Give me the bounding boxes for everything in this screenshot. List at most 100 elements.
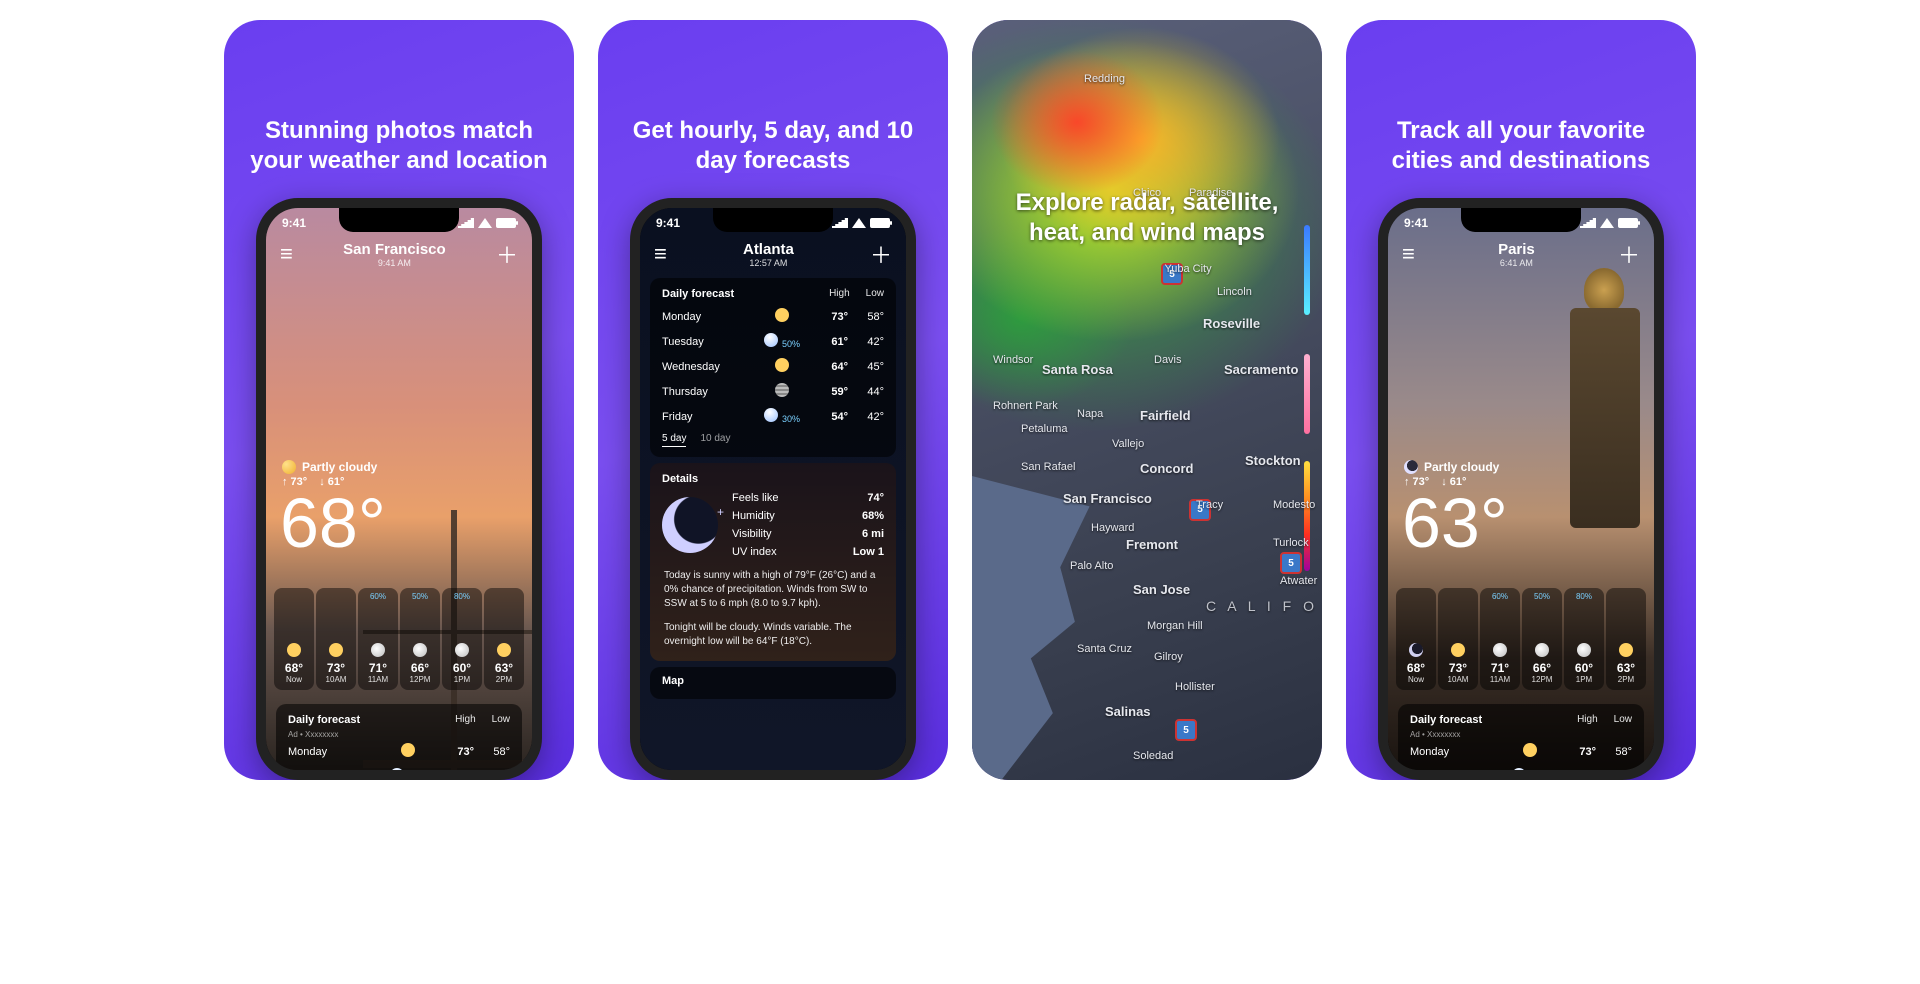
- tab-5day[interactable]: 5 day: [662, 433, 686, 447]
- sun-icon: [1451, 643, 1465, 657]
- map-city-label[interactable]: Hollister: [1175, 681, 1215, 693]
- map-city-label[interactable]: Hayward: [1091, 522, 1134, 534]
- map-city-label[interactable]: Morgan Hill: [1147, 620, 1203, 632]
- map-city-label[interactable]: Lincoln: [1217, 286, 1252, 298]
- daily-row[interactable]: Tuesday50%61°42°: [662, 329, 884, 354]
- map-city-label[interactable]: Fremont: [1126, 537, 1178, 552]
- map-city-label[interactable]: San Francisco: [1063, 491, 1152, 506]
- menu-icon[interactable]: ≡: [1402, 241, 1415, 267]
- map-city-label[interactable]: Santa Rosa: [1042, 362, 1113, 377]
- cloud-icon: [413, 643, 427, 657]
- sun-icon: [1523, 743, 1537, 757]
- menu-icon[interactable]: ≡: [654, 241, 667, 267]
- hour-column[interactable]: 68°Now: [1396, 588, 1436, 690]
- legend-bar-hot: [1304, 461, 1310, 571]
- map-city-label[interactable]: Rohnert Park: [993, 400, 1058, 412]
- details-card[interactable]: Details Feels like74° Humidity68% Visibi…: [650, 463, 896, 661]
- map-city-label[interactable]: Vallejo: [1112, 438, 1144, 450]
- rain-icon: [764, 333, 778, 347]
- hour-column[interactable]: 50%66°12PM: [400, 588, 440, 690]
- day-low: 42°: [848, 411, 884, 423]
- hour-column[interactable]: 73°10AM: [1438, 588, 1478, 690]
- hour-column[interactable]: 80%60°1PM: [1564, 588, 1604, 690]
- hour-column[interactable]: 80%60°1PM: [442, 588, 482, 690]
- daily-row[interactable]: Tuesday50%61°42°: [1410, 764, 1632, 780]
- ad-label: Ad • Xxxxxxxx: [1410, 730, 1632, 739]
- hour-column[interactable]: 60%71°11AM: [1480, 588, 1520, 690]
- map-city-label[interactable]: Salinas: [1105, 704, 1151, 719]
- current-condition: Partly cloudy: [266, 270, 532, 474]
- daily-row[interactable]: Wednesday64°45°: [662, 354, 884, 379]
- hour-temp: 60°: [453, 661, 471, 675]
- hour-column[interactable]: 63°2PM: [1606, 588, 1646, 690]
- map-city-label[interactable]: Concord: [1140, 461, 1193, 476]
- sun-icon: [401, 743, 415, 757]
- card-title: Details: [662, 473, 698, 485]
- sun-icon: [775, 358, 789, 372]
- sun-icon: [287, 643, 301, 657]
- hour-temp: 66°: [1533, 661, 1551, 675]
- hour-temp: 63°: [1617, 661, 1635, 675]
- wifi-icon: [852, 218, 866, 228]
- day-label: Monday: [662, 311, 752, 323]
- tab-10day[interactable]: 10 day: [700, 433, 730, 447]
- precip-chance: 60%: [370, 592, 386, 601]
- daily-row[interactable]: Thursday59°44°: [662, 379, 884, 404]
- promo-panel-4: Track all your favorite cities and desti…: [1346, 20, 1696, 780]
- hourly-forecast[interactable]: 68°Now73°10AM60%71°11AM50%66°12PM80%60°1…: [266, 558, 532, 698]
- signal-icon: [458, 218, 474, 228]
- map-city-label[interactable]: Atwater: [1280, 575, 1317, 587]
- phone-notch: [339, 208, 459, 232]
- add-location-icon[interactable]: ＋: [1618, 238, 1640, 270]
- add-location-icon[interactable]: ＋: [870, 238, 892, 270]
- current-temp: 63°: [1388, 488, 1654, 558]
- map-card[interactable]: Map: [650, 667, 896, 699]
- day-high: 61°: [1560, 771, 1596, 781]
- hour-column[interactable]: 68°Now: [274, 588, 314, 690]
- map-city-label[interactable]: Petaluma: [1021, 423, 1067, 435]
- map-city-label[interactable]: Modesto: [1273, 499, 1315, 511]
- map-city-label[interactable]: Gilroy: [1154, 651, 1183, 663]
- daily-forecast-card[interactable]: Daily forecast High Low Ad • Xxxxxxxx Mo…: [1398, 704, 1644, 780]
- day-label: Tuesday: [662, 336, 752, 348]
- map-city-label[interactable]: Stockton: [1245, 453, 1301, 468]
- menu-icon[interactable]: ≡: [280, 241, 293, 267]
- map-city-label[interactable]: Redding: [1084, 73, 1125, 85]
- add-location-icon[interactable]: ＋: [496, 238, 518, 270]
- promo-panel-3: Explore radar, satellite, heat, and wind…: [972, 20, 1322, 780]
- map-city-label[interactable]: Turlock: [1273, 537, 1309, 549]
- daily-row[interactable]: Friday30%54°42°: [662, 404, 884, 429]
- day-high: 54°: [812, 411, 848, 423]
- map-city-label[interactable]: Sacramento: [1224, 362, 1298, 377]
- map-city-label[interactable]: San Rafael: [1021, 461, 1075, 473]
- card-title: Daily forecast: [288, 714, 360, 726]
- hour-label: 2PM: [496, 675, 512, 684]
- hour-label: 2PM: [1618, 675, 1634, 684]
- daily-forecast-card[interactable]: Daily forecast High Low Monday73°58°Tues…: [650, 278, 896, 457]
- map-city-label[interactable]: Soledad: [1133, 750, 1173, 762]
- hour-column[interactable]: 50%66°12PM: [1522, 588, 1562, 690]
- hour-column[interactable]: 60%71°11AM: [358, 588, 398, 690]
- map-city-label[interactable]: Napa: [1077, 408, 1103, 420]
- day-label: Monday: [288, 746, 378, 758]
- hour-column[interactable]: 73°10AM: [316, 588, 356, 690]
- map-city-label[interactable]: Windsor: [993, 354, 1033, 366]
- map-city-label[interactable]: Davis: [1154, 354, 1182, 366]
- uv-index-value: Low 1: [853, 546, 884, 558]
- map-city-label[interactable]: Palo Alto: [1070, 560, 1113, 572]
- map-city-label[interactable]: Santa Cruz: [1077, 643, 1132, 655]
- hourly-forecast[interactable]: 68°Now73°10AM60%71°11AM50%66°12PM80%60°1…: [1388, 558, 1654, 698]
- visibility-value: 6 mi: [862, 528, 884, 540]
- map-city-label[interactable]: Fairfield: [1140, 408, 1191, 423]
- daily-row[interactable]: Monday73°58°: [662, 304, 884, 329]
- daily-row[interactable]: Monday73°58°: [1410, 739, 1632, 764]
- map-city-label[interactable]: Yuba City: [1165, 263, 1212, 275]
- battery-icon: [870, 218, 890, 228]
- map-city-label[interactable]: Roseville: [1203, 316, 1260, 331]
- daily-row[interactable]: Tuesday50%61°42°: [288, 764, 510, 780]
- map-city-label[interactable]: Tracy: [1196, 499, 1223, 511]
- daily-row[interactable]: Monday73°58°: [288, 739, 510, 764]
- hour-column[interactable]: 63°2PM: [484, 588, 524, 690]
- map-city-label[interactable]: San Jose: [1133, 582, 1190, 597]
- daily-forecast-card[interactable]: Daily forecast High Low Ad • Xxxxxxxx Mo…: [276, 704, 522, 780]
